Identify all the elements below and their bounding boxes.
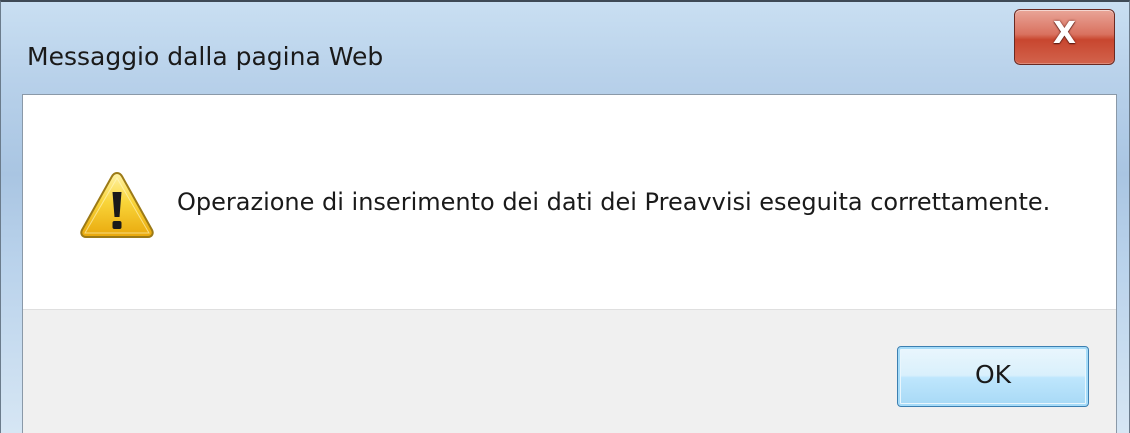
- close-icon: X: [1052, 16, 1077, 51]
- warning-icon: [80, 171, 154, 238]
- title-bar[interactable]: Messaggio dalla pagina Web X: [1, 2, 1129, 94]
- ok-button[interactable]: OK: [897, 346, 1089, 407]
- ok-button-label: OK: [974, 360, 1012, 389]
- dialog-content: Operazione di inserimento dei dati dei P…: [22, 94, 1117, 433]
- close-button[interactable]: X: [1014, 9, 1115, 65]
- window-title: Messaggio dalla pagina Web: [27, 42, 384, 71]
- button-area: OK: [23, 309, 1116, 433]
- dialog-window: Messaggio dalla pagina Web X Operazione …: [0, 0, 1130, 433]
- message-text: Operazione di inserimento dei dati dei P…: [177, 188, 1051, 216]
- message-area: Operazione di inserimento dei dati dei P…: [23, 95, 1116, 309]
